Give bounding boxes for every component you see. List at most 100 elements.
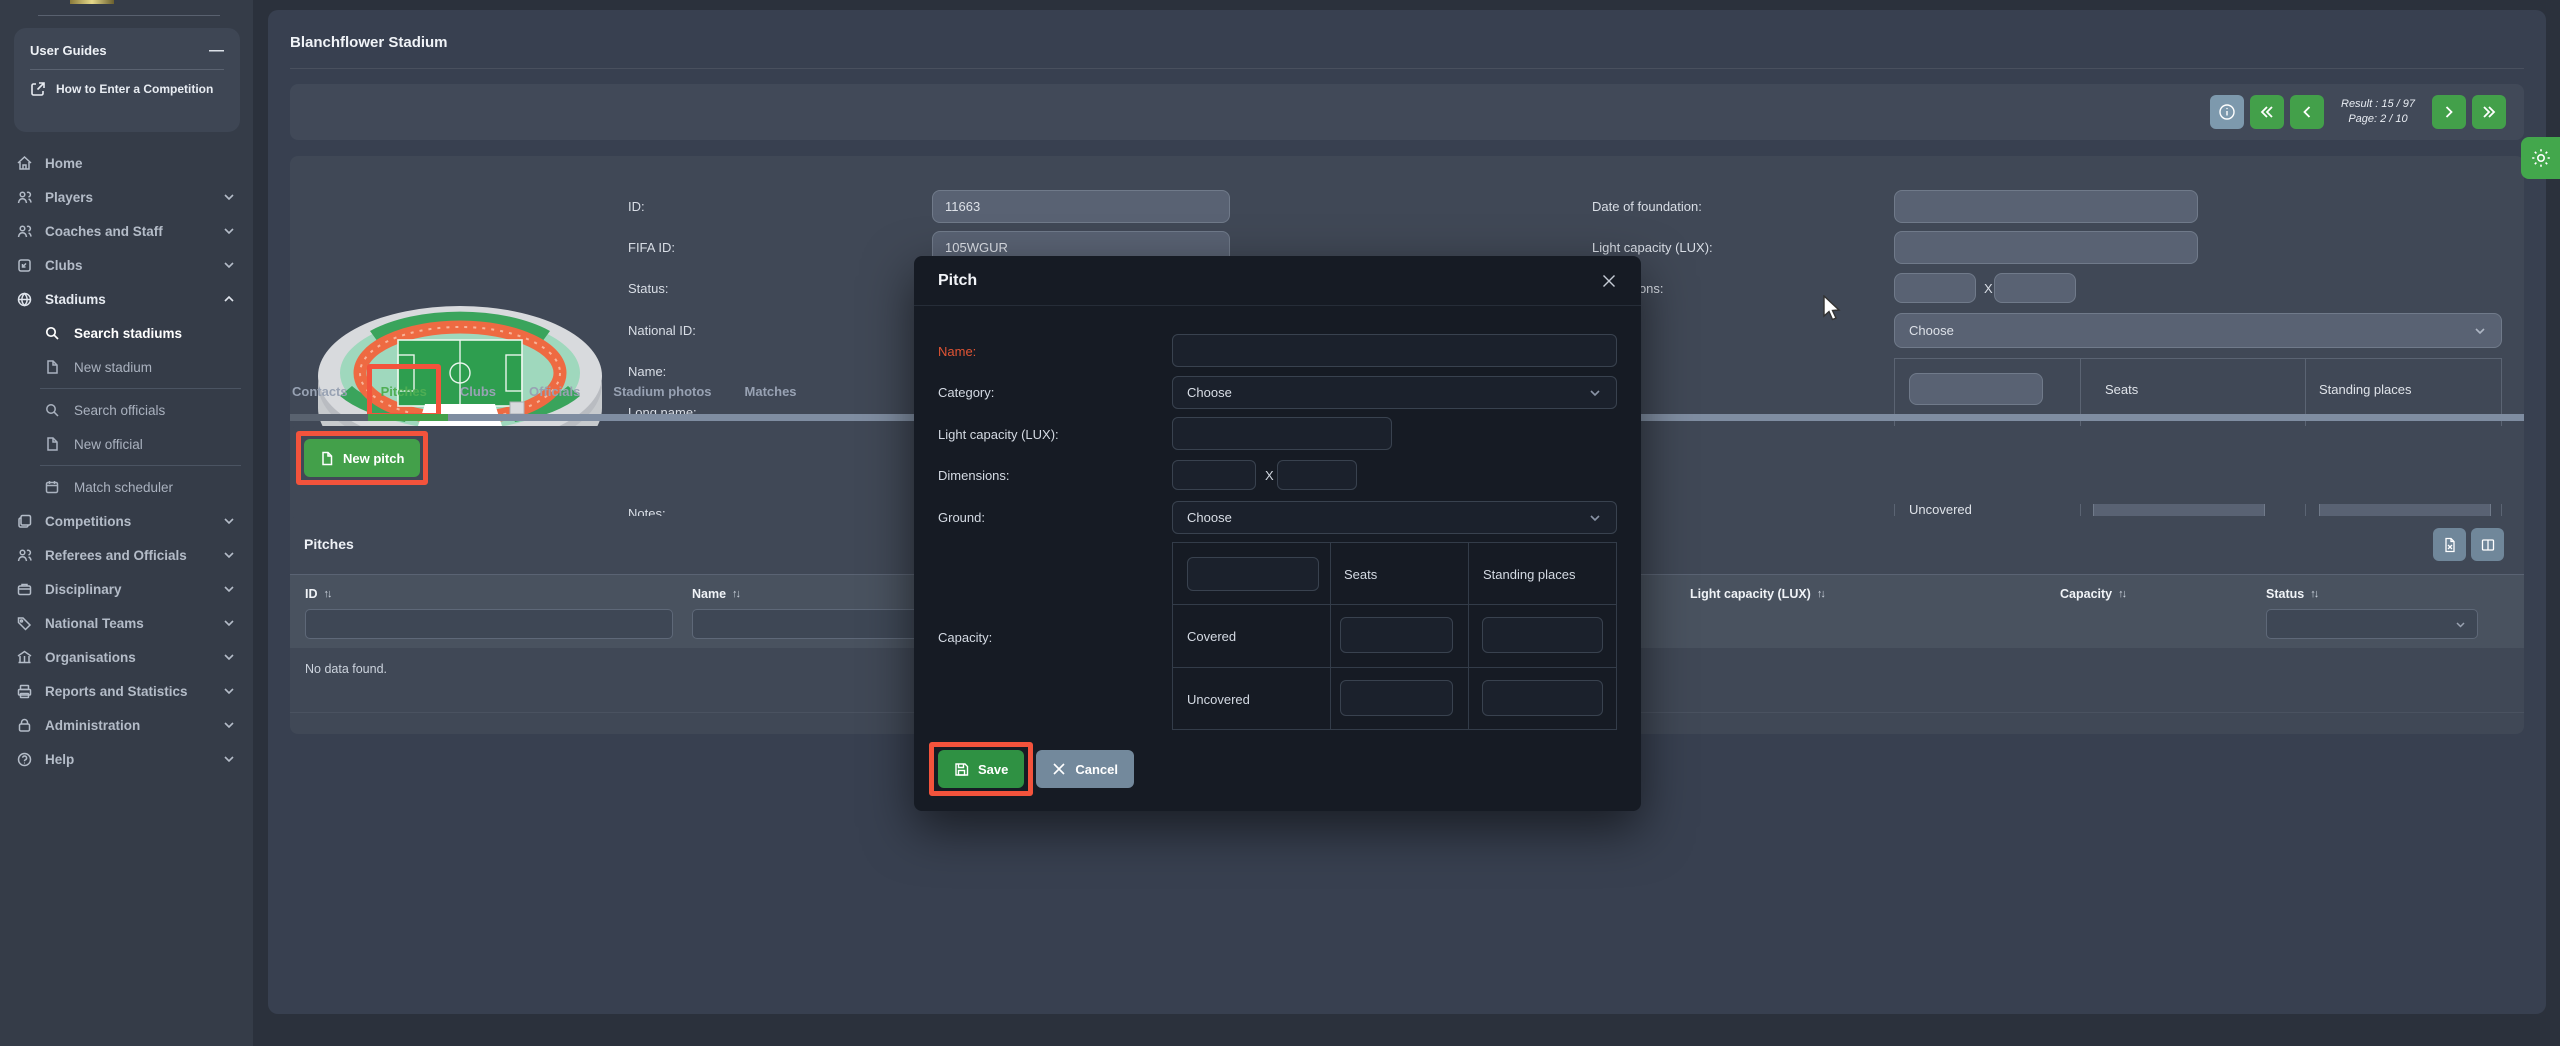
tab-pitches[interactable]: Pitches [379,382,429,401]
light-capacity-input [1894,231,2198,264]
national-id-label: National ID: [628,323,696,338]
tab-officials[interactable]: Officials [527,382,582,401]
sort-icon: ↑↓ [2118,588,2125,600]
id-filter-input[interactable] [305,609,673,639]
pitch-name-label: Name: [938,344,976,359]
column-header-name[interactable]: Name↑↓ [692,587,739,601]
pitches-panel-tools [2433,528,2504,561]
pitch-ground-label: Ground: [938,510,985,525]
briefcase-icon [16,581,33,598]
sidebar-item-coaches-and-staff[interactable]: Coaches and Staff [0,214,253,248]
uncovered-seats-input[interactable] [1340,680,1453,716]
covered-seats-input[interactable] [1340,617,1453,653]
sidebar-item-disciplinary[interactable]: Disciplinary [0,572,253,606]
save-icon [954,762,969,777]
user-guides-minimize-button[interactable]: — [209,42,224,59]
globe-icon [16,291,33,308]
sidebar-item-national-teams[interactable]: National Teams [0,606,253,640]
date-of-foundation-label: Date of foundation: [1592,199,1702,214]
pitch-dimension-width-input[interactable] [1277,460,1357,490]
sidebar-item-match-scheduler[interactable]: Match scheduler [0,470,253,504]
user-guides-card: User Guides — How to Enter a Competition [14,28,240,132]
pitch-category-label: Category: [938,385,994,400]
external-link-icon [30,81,46,97]
column-header-id[interactable]: ID↑↓ [305,587,331,601]
pitch-modal-title: Pitch [938,272,977,290]
result-count: Result : 15 / 97 [2330,97,2426,112]
standing-places-header: Standing places [2319,382,2412,397]
uncovered-row-label: Uncovered [1187,692,1250,707]
tab-matches[interactable]: Matches [743,382,799,401]
pitch-modal: Pitch Name: Category: Choose Light capac… [914,256,1641,811]
file-icon [320,451,334,466]
sidebar-item-organisations[interactable]: Organisations [0,640,253,674]
sidebar-item-home[interactable]: Home [0,146,253,180]
last-page-button[interactable] [2472,95,2506,129]
column-settings-button[interactable] [2471,528,2504,561]
ground-select[interactable]: Choose [1894,313,2502,348]
pitch-ground-select[interactable]: Choose [1172,501,1617,534]
standing-places-header: Standing places [1483,567,1576,582]
sidebar-item-help[interactable]: Help [0,742,253,776]
first-page-button[interactable] [2250,95,2284,129]
sidebar-item-clubs[interactable]: Clubs [0,248,253,282]
sidebar-item-administration[interactable]: Administration [0,708,253,742]
tag-icon [16,615,33,632]
pitch-dimension-length-input[interactable] [1172,460,1256,490]
chevron-down-icon [223,651,235,663]
info-button[interactable] [2210,95,2244,129]
tab-contacts[interactable]: Contacts [290,382,350,401]
new-pitch-button[interactable]: New pitch [304,439,420,477]
tab-stadium-photos[interactable]: Stadium photos [611,382,713,401]
submenu-divider [40,388,241,389]
previous-page-button[interactable] [2290,95,2324,129]
status-filter-select[interactable] [2266,609,2478,639]
users-icon [16,223,33,240]
cancel-button[interactable]: Cancel [1036,750,1134,788]
sidebar-item-competitions[interactable]: Competitions [0,504,253,538]
search-icon [44,325,60,341]
title-divider [290,68,2524,69]
settings-fab[interactable] [2521,137,2560,179]
record-toolbar: Result : 15 / 97 Page: 2 / 10 [290,84,2524,140]
pitch-light-capacity-input[interactable] [1172,417,1392,450]
export-excel-button[interactable] [2433,528,2466,561]
user-guides-link[interactable]: How to Enter a Competition [30,81,224,97]
sort-icon: ↑↓ [2310,588,2317,600]
seats-header: Seats [1344,567,1377,582]
chevron-down-icon [223,583,235,595]
covered-standing-input[interactable] [1482,617,1603,653]
sidebar-item-stadiums[interactable]: Stadiums [0,282,253,316]
status-label: Status: [628,281,668,296]
modal-actions: Save Cancel [938,750,1134,788]
sidebar-item-new-official[interactable]: New official [0,427,253,461]
page-title: Blanchflower Stadium [290,34,448,51]
pitch-category-select[interactable]: Choose [1172,376,1617,409]
pagination: Result : 15 / 97 Page: 2 / 10 [2210,95,2506,129]
column-header-status[interactable]: Status↑↓ [2266,587,2317,601]
pitch-capacity-label: Capacity: [938,630,992,645]
sidebar-item-referees-and-officials[interactable]: Referees and Officials [0,538,253,572]
sidebar-item-search-officials[interactable]: Search officials [0,393,253,427]
id-label: ID: [628,199,645,214]
column-header-light-capacity[interactable]: Light capacity (LUX)↑↓ [1690,587,1824,601]
empty-table-message: No data found. [305,662,387,676]
sidebar-item-new-stadium[interactable]: New stadium [0,350,253,384]
sidebar-item-reports-and-statistics[interactable]: Reports and Statistics [0,674,253,708]
next-page-button[interactable] [2432,95,2466,129]
gear-icon [2530,147,2552,169]
user-guides-link-label: How to Enter a Competition [56,81,213,97]
tab-clubs[interactable]: Clubs [458,382,498,401]
chevron-down-icon [223,259,235,271]
capacity-header-input[interactable] [1187,557,1319,591]
column-header-capacity[interactable]: Capacity↑↓ [2060,587,2125,601]
sort-icon: ↑↓ [1817,588,1824,600]
chevron-down-icon [223,515,235,527]
sidebar-item-search-stadiums[interactable]: Search stadiums [0,316,253,350]
uncovered-standing-input[interactable] [1482,680,1603,716]
save-button[interactable]: Save [938,750,1024,788]
pitch-name-input[interactable] [1172,334,1617,367]
close-icon[interactable] [1601,273,1617,289]
file-icon [44,436,60,452]
sidebar-item-players[interactable]: Players [0,180,253,214]
